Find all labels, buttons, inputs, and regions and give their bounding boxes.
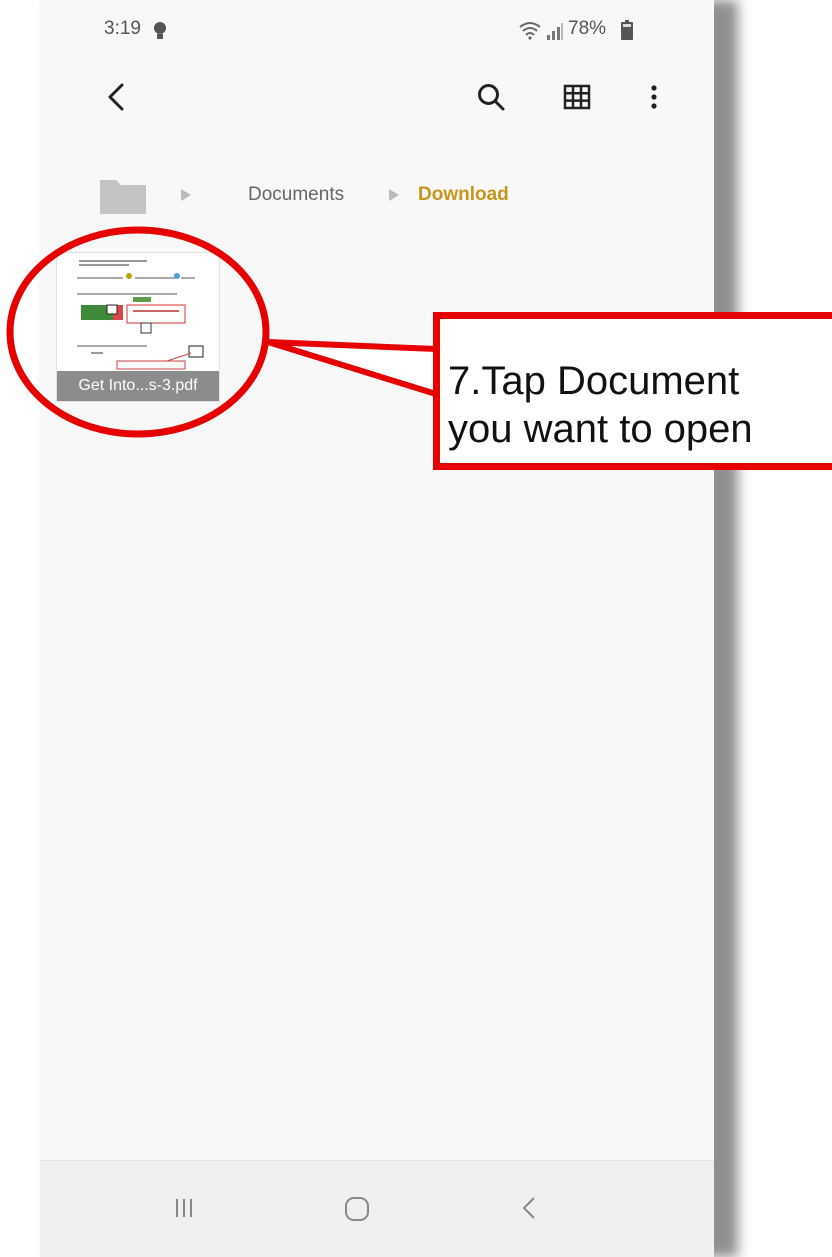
grid-view-icon[interactable] (562, 82, 592, 112)
battery-percentage: 78% (568, 18, 607, 39)
bulb-icon (154, 22, 166, 39)
callout-box: 7.Tap Document you want to open (433, 312, 832, 470)
search-icon[interactable] (476, 82, 506, 112)
phone-screen: 3:19 78% Documents Download Get Into...s… (40, 0, 714, 1257)
status-bar: 3:19 78% (40, 0, 714, 64)
breadcrumb: Documents Download (98, 172, 618, 220)
file-item[interactable]: Get Into...s-3.pdf (56, 252, 220, 402)
breadcrumb-item-download[interactable]: Download (418, 184, 509, 206)
breadcrumb-item-documents[interactable]: Documents (248, 184, 344, 206)
file-name: Get Into...s-3.pdf (57, 371, 219, 401)
breadcrumb-separator-icon (389, 189, 399, 201)
signal-icon (547, 23, 563, 40)
recents-icon[interactable] (170, 1194, 198, 1222)
home-icon[interactable] (342, 1194, 372, 1224)
navigation-bar (40, 1160, 714, 1257)
callout-line-1: 7.Tap Document (448, 359, 740, 403)
more-options-icon[interactable] (644, 80, 664, 114)
callout-text: 7.Tap Document you want to open (448, 357, 832, 453)
battery-icon (621, 20, 633, 40)
folder-icon[interactable] (98, 172, 150, 216)
wifi-icon (519, 22, 541, 40)
tutorial-screenshot: 3:19 78% Documents Download Get Into...s… (0, 0, 832, 1257)
back-icon[interactable] (100, 80, 132, 114)
pdf-thumbnail (57, 253, 219, 375)
status-time: 3:19 (104, 18, 141, 39)
breadcrumb-separator-icon (181, 189, 191, 201)
callout-line-2: you want to open (448, 407, 753, 451)
nav-back-icon[interactable] (518, 1194, 540, 1222)
